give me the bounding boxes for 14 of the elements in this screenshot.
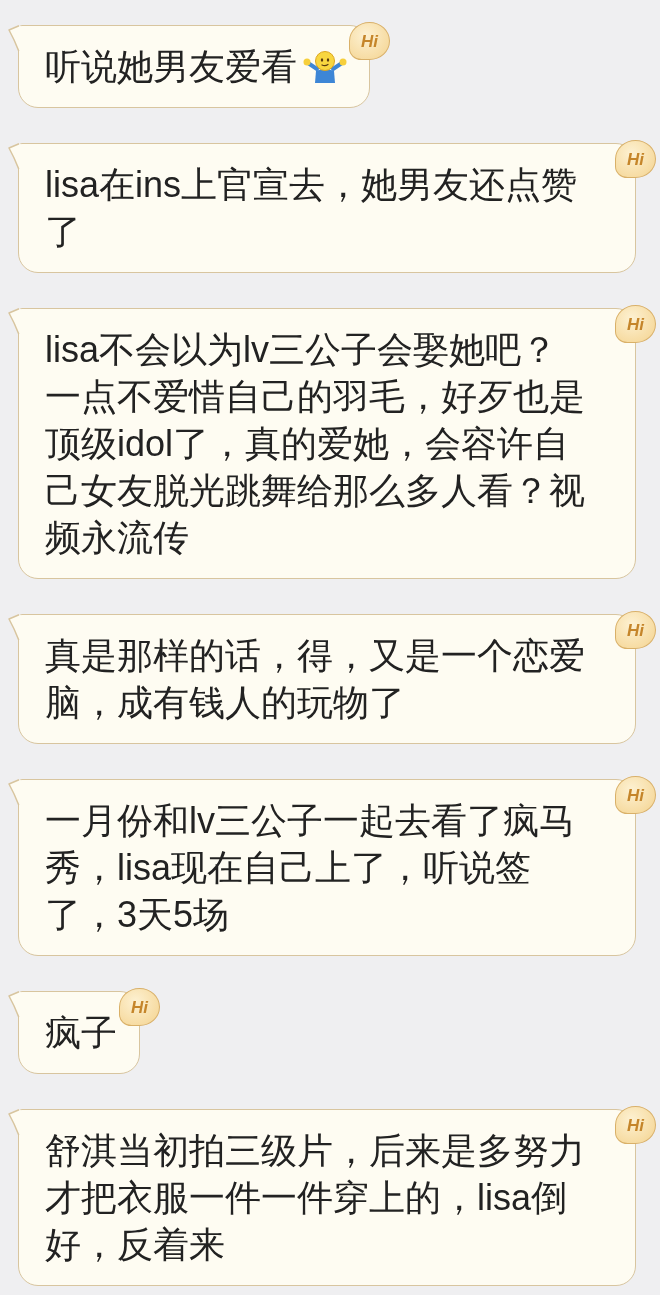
message-text: lisa在ins上官宣去，她男友还点赞 了 xyxy=(45,163,578,254)
message-text: 舒淇当初拍三级片，后来是多努力 才把衣服一件一件穿上的，lisa倒 好，反着来 xyxy=(45,1129,585,1267)
hi-badge: Hi xyxy=(349,22,390,60)
hi-badge: Hi xyxy=(119,988,160,1026)
message-text: 一月份和lv三公子一起去看了疯马 秀，lisa现在自己上了，听说签 了，3天5场 xyxy=(45,799,575,937)
hi-badge: Hi xyxy=(615,140,656,178)
message-text: 听说她男友爱看 xyxy=(45,45,297,89)
hi-badge: Hi xyxy=(615,776,656,814)
message-text: 疯子 xyxy=(45,1011,117,1055)
hi-badge: Hi xyxy=(615,611,656,649)
message-text: lisa不会以为lv三公子会娶她吧？ 一点不爱惜自己的羽毛，好歹也是 顶级idol了，真的爱她，会容许自 己女友脱光跳舞给那么多人看？视 频永流传 xyxy=(45,328,585,560)
hi-badge: Hi xyxy=(615,1106,656,1144)
hi-badge: Hi xyxy=(615,305,656,343)
message-text: 真是那样的话，得，又是一个恋爱 脑，成有钱人的玩物了 xyxy=(45,634,585,725)
